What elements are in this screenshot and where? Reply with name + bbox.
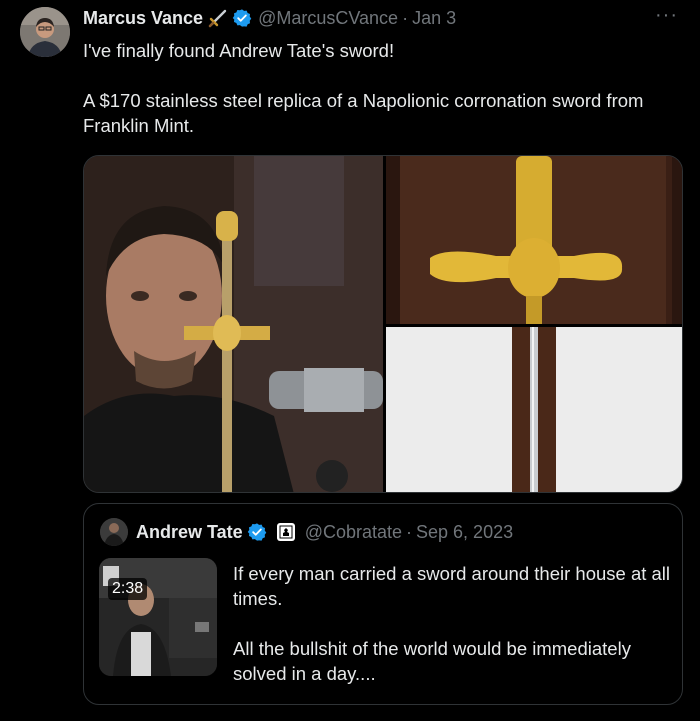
quoted-tweet-date[interactable]: Sep 6, 2023 [416,522,513,543]
separator-dot: · [402,7,409,28]
quoted-tweet-text: If every man carried a sword around thei… [233,561,673,686]
tweet-text: I've finally found Andrew Tate's sword! … [83,38,673,138]
quoted-video-thumbnail[interactable] [99,558,217,676]
quoted-text-line: All the bullshit of the world would be i… [233,638,631,684]
affiliate-badge-icon[interactable] [276,523,295,541]
quoted-author-name[interactable]: Andrew Tate [136,522,243,543]
quoted-tweet[interactable]: Andrew Tate @Cobratate · Sep 6, 2023 2:3… [83,503,683,705]
avatar[interactable] [20,7,70,57]
quoted-tweet-header: Andrew Tate @Cobratate · Sep 6, 2023 [136,520,513,544]
quoted-text-line: If every man carried a sword around thei… [233,563,671,609]
separator-dot: · [406,521,413,542]
sword-emoji-icon [208,8,228,28]
quoted-author-handle[interactable]: @Cobratate [305,522,402,543]
tweet-header: Marcus Vance @MarcusCVance · Jan 3 [83,7,456,29]
tweet-text-line: I've finally found Andrew Tate's sword! [83,40,395,61]
media-image-sword-hilt[interactable] [386,156,682,324]
media-grid [83,155,683,493]
video-duration: 2:38 [108,578,148,600]
author-handle[interactable]: @MarcusCVance [258,8,398,29]
media-image-sword-blade[interactable] [386,327,682,492]
tweet-text-line: A $170 stainless steel replica of a Napo… [83,90,644,136]
verified-badge-icon[interactable] [247,522,267,542]
author-name[interactable]: Marcus Vance [83,8,203,29]
verified-badge-icon[interactable] [232,8,252,28]
quoted-avatar[interactable] [100,518,128,546]
media-image-tate-with-sword[interactable] [84,156,383,492]
tweet-date[interactable]: Jan 3 [412,8,456,29]
tweet[interactable]: Marcus Vance @MarcusCVance · Jan 3 ··· I… [0,0,700,721]
more-options-icon[interactable]: ··· [655,4,678,27]
